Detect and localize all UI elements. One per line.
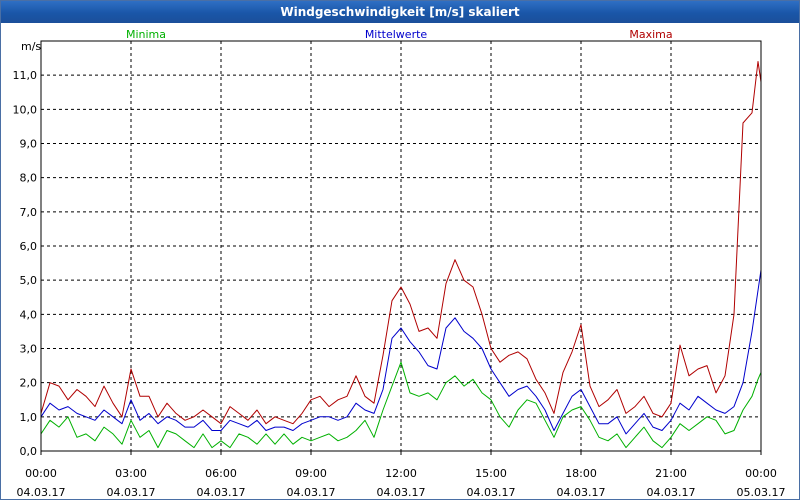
y-tick-label: 5,0	[20, 274, 38, 287]
y-axis-unit-label: m/s	[21, 40, 41, 53]
legend-entry-mittelwerte: Mittelwerte	[365, 28, 428, 41]
y-tick-label: 9,0	[20, 138, 38, 151]
legend: Minima Mittelwerte Maxima	[126, 28, 673, 41]
y-tick-label: 10,0	[13, 103, 38, 116]
y-axis-ticks: 0,0 1,0 2,0 3,0 4,0 5,0 6,0 7,0 8,0 9,0 10,0 11,0	[13, 69, 38, 458]
x-tick-date-label: 04.03.17	[377, 486, 426, 499]
x-tick-time-label: 09:00	[295, 467, 327, 480]
x-tick-time-label: 03:00	[115, 467, 147, 480]
y-tick-label: 0,0	[20, 445, 38, 458]
chart-window: Windgeschwindigkeit [m/s] skaliert m/s M…	[0, 0, 800, 500]
x-tick-time-label: 18:00	[565, 467, 597, 480]
legend-entry-minima: Minima	[126, 28, 166, 41]
window-title: Windgeschwindigkeit [m/s] skaliert	[1, 1, 799, 23]
x-tick-time-label: 15:00	[475, 467, 507, 480]
grid	[41, 41, 761, 451]
x-tick-time-label: 12:00	[385, 467, 417, 480]
x-tick-time-label: 06:00	[205, 467, 237, 480]
y-tick-label: 11,0	[13, 69, 38, 82]
x-tick-date-label: 05.03.17	[737, 486, 786, 499]
wind-speed-chart: m/s Minima Mittelwerte Maxima 0,0 1,0 2,0 3,0…	[13, 28, 786, 499]
x-tick-date-label: 04.03.17	[107, 486, 156, 499]
y-tick-label: 6,0	[20, 240, 38, 253]
x-tick-date-label: 04.03.17	[647, 486, 696, 499]
x-tick-date-label: 04.03.17	[197, 486, 246, 499]
x-tick-time-label: 21:00	[655, 467, 687, 480]
x-tick-time-label: 00:00	[25, 467, 57, 480]
y-tick-label: 4,0	[20, 308, 38, 321]
x-tick-time-label: 00:00	[745, 467, 777, 480]
legend-entry-maxima: Maxima	[629, 28, 672, 41]
y-tick-label: 1,0	[20, 411, 38, 424]
x-tick-date-label: 04.03.17	[17, 486, 66, 499]
x-tick-date-label: 04.03.17	[557, 486, 606, 499]
series-line-minima	[40, 361, 762, 449]
x-axis-ticks: 00:00 04.03.17 03:00 04.03.17 06:00 04.03.17 0…	[17, 451, 786, 499]
y-tick-label: 2,0	[20, 377, 38, 390]
x-tick-date-label: 04.03.17	[287, 486, 336, 499]
y-tick-label: 8,0	[20, 172, 38, 185]
x-tick-date-label: 04.03.17	[467, 486, 516, 499]
y-tick-label: 7,0	[20, 206, 38, 219]
y-tick-label: 3,0	[20, 343, 38, 356]
